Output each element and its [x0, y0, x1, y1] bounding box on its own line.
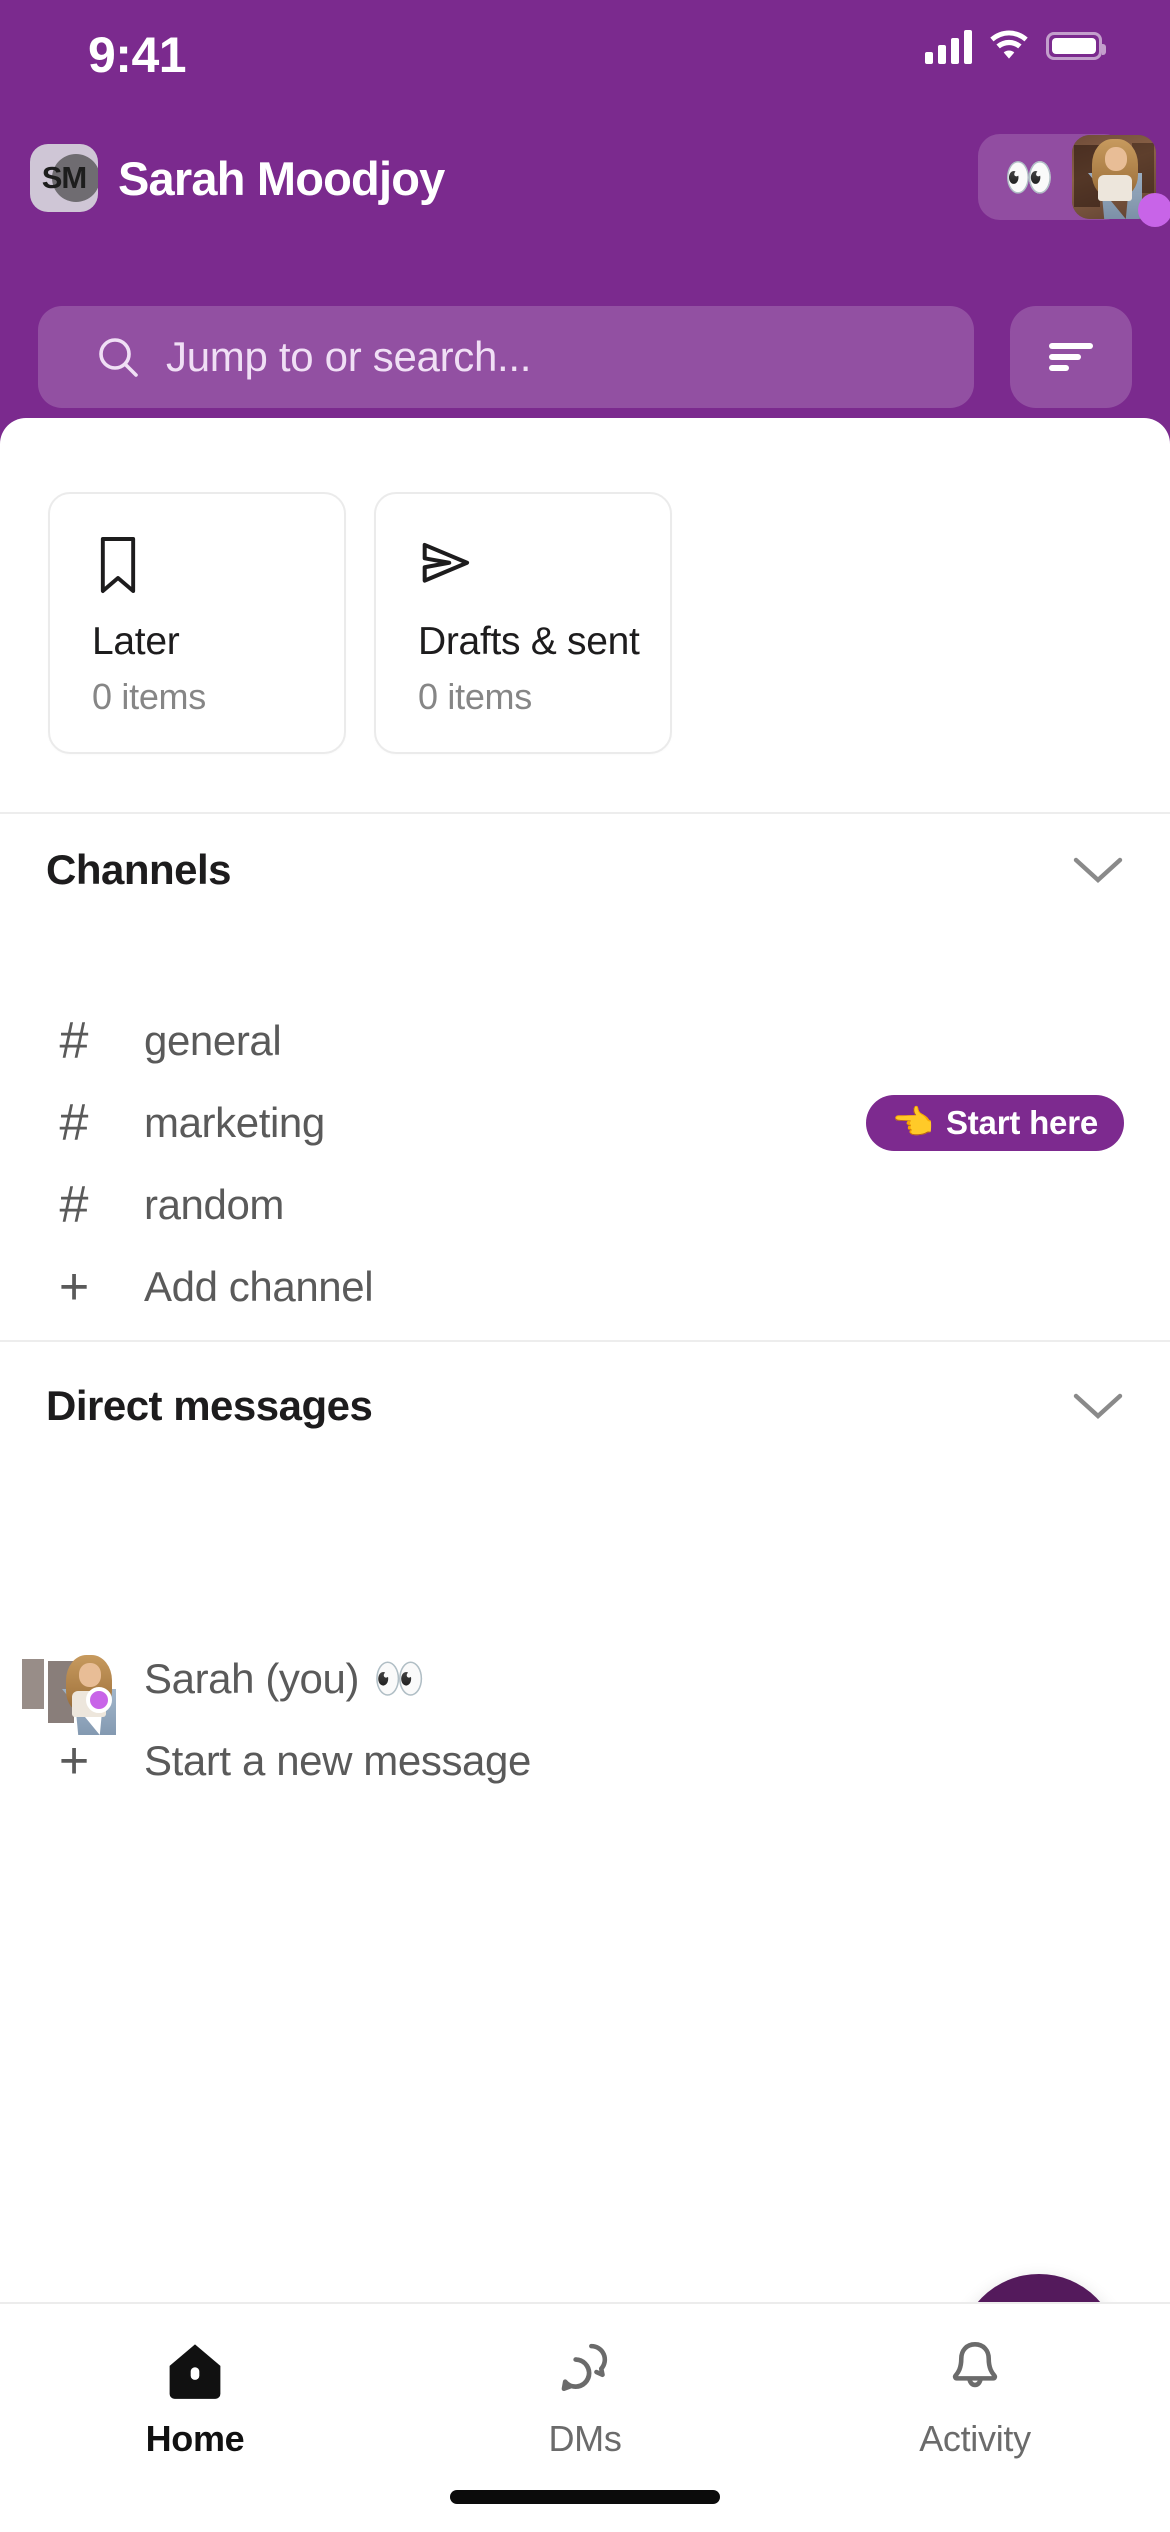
search-input[interactable]: Jump to or search... [38, 306, 974, 408]
start-new-message-button[interactable]: + Start a new message [0, 1720, 1170, 1802]
app-header: 9:41 SM Sarah Moodjoy 👀 Jump to or searc… [0, 0, 1170, 448]
bookmark-icon [92, 534, 344, 596]
search-placeholder: Jump to or search... [166, 333, 532, 380]
start-here-label: Start here [945, 1104, 1098, 1141]
channels-section-header[interactable]: Channels [0, 824, 1170, 916]
sidebar-item-random[interactable]: # random [0, 1164, 1170, 1246]
quick-cards: Later 0 items Drafts & sent 0 items [0, 492, 1170, 754]
dms-icon [561, 2343, 608, 2392]
home-indicator [450, 2490, 720, 2504]
paper-plane-icon [418, 534, 670, 596]
plus-icon: + [58, 1732, 90, 1790]
home-sheet: Later 0 items Drafts & sent 0 items Chan… [0, 418, 1170, 2532]
header-right-group: 👀 [978, 134, 1170, 227]
tab-home-label: Home [145, 2418, 245, 2459]
status-bar-time: 9:41 [88, 27, 187, 83]
header-avatar-wrap[interactable] [1072, 135, 1170, 227]
page-title: Sarah Moodjoy [118, 151, 445, 205]
drafts-card[interactable]: Drafts & sent 0 items [374, 492, 672, 754]
hash-icon: # [59, 1094, 89, 1152]
later-card[interactable]: Later 0 items [48, 492, 346, 754]
chevron-down-icon[interactable] [1072, 854, 1124, 886]
home-icon [169, 2344, 221, 2399]
dm-name: Sarah (you) 👀 [144, 1655, 425, 1704]
wifi-icon [990, 30, 1028, 59]
status-bar-icons [925, 28, 1106, 64]
filter-button[interactable] [1010, 306, 1132, 408]
sidebar-item-marketing[interactable]: # marketing 👈 Start here [0, 1082, 1170, 1164]
hash-icon: # [59, 1176, 89, 1234]
channel-name: marketing [144, 1099, 325, 1146]
tab-activity-label: Activity [919, 2418, 1031, 2459]
workspace-row: SM Sarah Moodjoy 👀 [0, 134, 1170, 252]
status-emoji: 👀 [1004, 155, 1054, 200]
battery-icon [1046, 32, 1106, 60]
channel-name: general [144, 1017, 282, 1064]
start-new-message-label: Start a new message [144, 1737, 531, 1784]
channel-name: random [144, 1181, 285, 1228]
chevron-down-icon[interactable] [1072, 1390, 1124, 1422]
divider-cards [0, 812, 1170, 814]
tab-home[interactable]: Home [0, 2304, 390, 2532]
later-card-label: Later [92, 620, 180, 663]
drafts-card-count: 0 items [418, 676, 532, 717]
bottom-navigation: Home DMs Activity [0, 2302, 1170, 2532]
add-channel-button[interactable]: + Add channel [0, 1246, 1170, 1328]
dm-item-sarah[interactable]: Sarah (you) 👀 [0, 1638, 1170, 1735]
pointing-left-icon: 👈 [891, 1104, 934, 1142]
filter-icon [1049, 338, 1093, 376]
search-icon [99, 338, 138, 377]
channels-title: Channels [46, 846, 232, 893]
presence-indicator [1138, 193, 1170, 227]
dm-name-label: Sarah (you) [144, 1655, 360, 1702]
drafts-card-label: Drafts & sent [418, 620, 640, 663]
tab-activity[interactable]: Activity [780, 2304, 1170, 2532]
sidebar-item-general[interactable]: # general [0, 1000, 1170, 1082]
add-channel-label: Add channel [144, 1263, 374, 1310]
plus-icon: + [58, 1258, 90, 1316]
workspace-avatar[interactable]: SM [30, 144, 98, 212]
later-card-count: 0 items [92, 676, 206, 717]
dm-title: Direct messages [46, 1382, 373, 1429]
search-row: Jump to or search... [0, 306, 1170, 426]
presence-indicator [86, 1687, 112, 1713]
dm-section-header[interactable]: Direct messages [0, 1360, 1170, 1452]
dm-status-emoji: 👀 [373, 1654, 425, 1702]
divider-channels [0, 1340, 1170, 1342]
bell-icon [952, 2342, 998, 2388]
status-bar: 9:41 [0, 0, 1170, 100]
dm-avatar [22, 1651, 116, 1735]
hash-icon: # [59, 1012, 89, 1070]
start-here-badge[interactable]: 👈 Start here [865, 1095, 1124, 1151]
tab-dms-label: DMs [548, 2418, 622, 2459]
workspace-initials: SM [41, 160, 88, 195]
cellular-signal-icon [925, 28, 972, 64]
